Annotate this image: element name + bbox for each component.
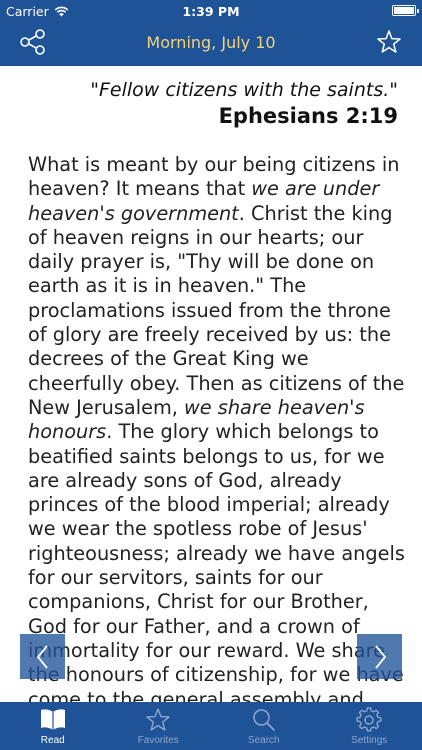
gear-icon [356,707,382,732]
reading-pane[interactable]: "Fellow citizens with the saints." Ephes… [0,66,422,702]
next-day-button[interactable] [357,634,402,679]
devotional-text-part: . The glory which belongs to beatified s… [28,420,405,702]
tab-label: Settings [351,735,388,746]
book-icon [40,709,65,730]
verse-reference: Ephesians 2:19 [218,104,398,128]
favorite-button[interactable] [374,27,404,57]
verse-block: "Fellow citizens with the saints." Ephes… [90,78,398,129]
tab-label: Read [40,735,65,746]
search-icon [253,709,275,732]
chevron-right-icon [374,644,386,669]
star-icon [146,708,170,731]
tab-favorites[interactable]: Favorites [106,702,212,750]
devotional-text-part: . Christ the king of heaven reigns in ou… [28,201,405,419]
tab-search[interactable]: Search [211,702,317,750]
tab-settings[interactable]: Settings [317,702,422,750]
previous-day-button[interactable] [20,634,65,679]
devotional-text: What is meant by our being citizens in h… [28,153,406,702]
battery-icon [392,5,419,16]
verse-quote: "Fellow citizens with the saints." [90,79,398,101]
tab-label: Search [247,735,280,746]
tab-label: Favorites [137,735,179,746]
tab-read[interactable]: Read [0,702,106,750]
star-icon [377,30,401,53]
chevron-left-icon [36,644,48,669]
tab-bar: Read Favorites Search Settings [0,702,422,750]
top-bar: Carrier 1:39 PM Morning, July 10 [0,0,422,66]
status-time: 1:39 PM [182,4,240,19]
status-bar: Carrier 1:39 PM [0,0,422,22]
page-title: Morning, July 10 [146,33,276,52]
